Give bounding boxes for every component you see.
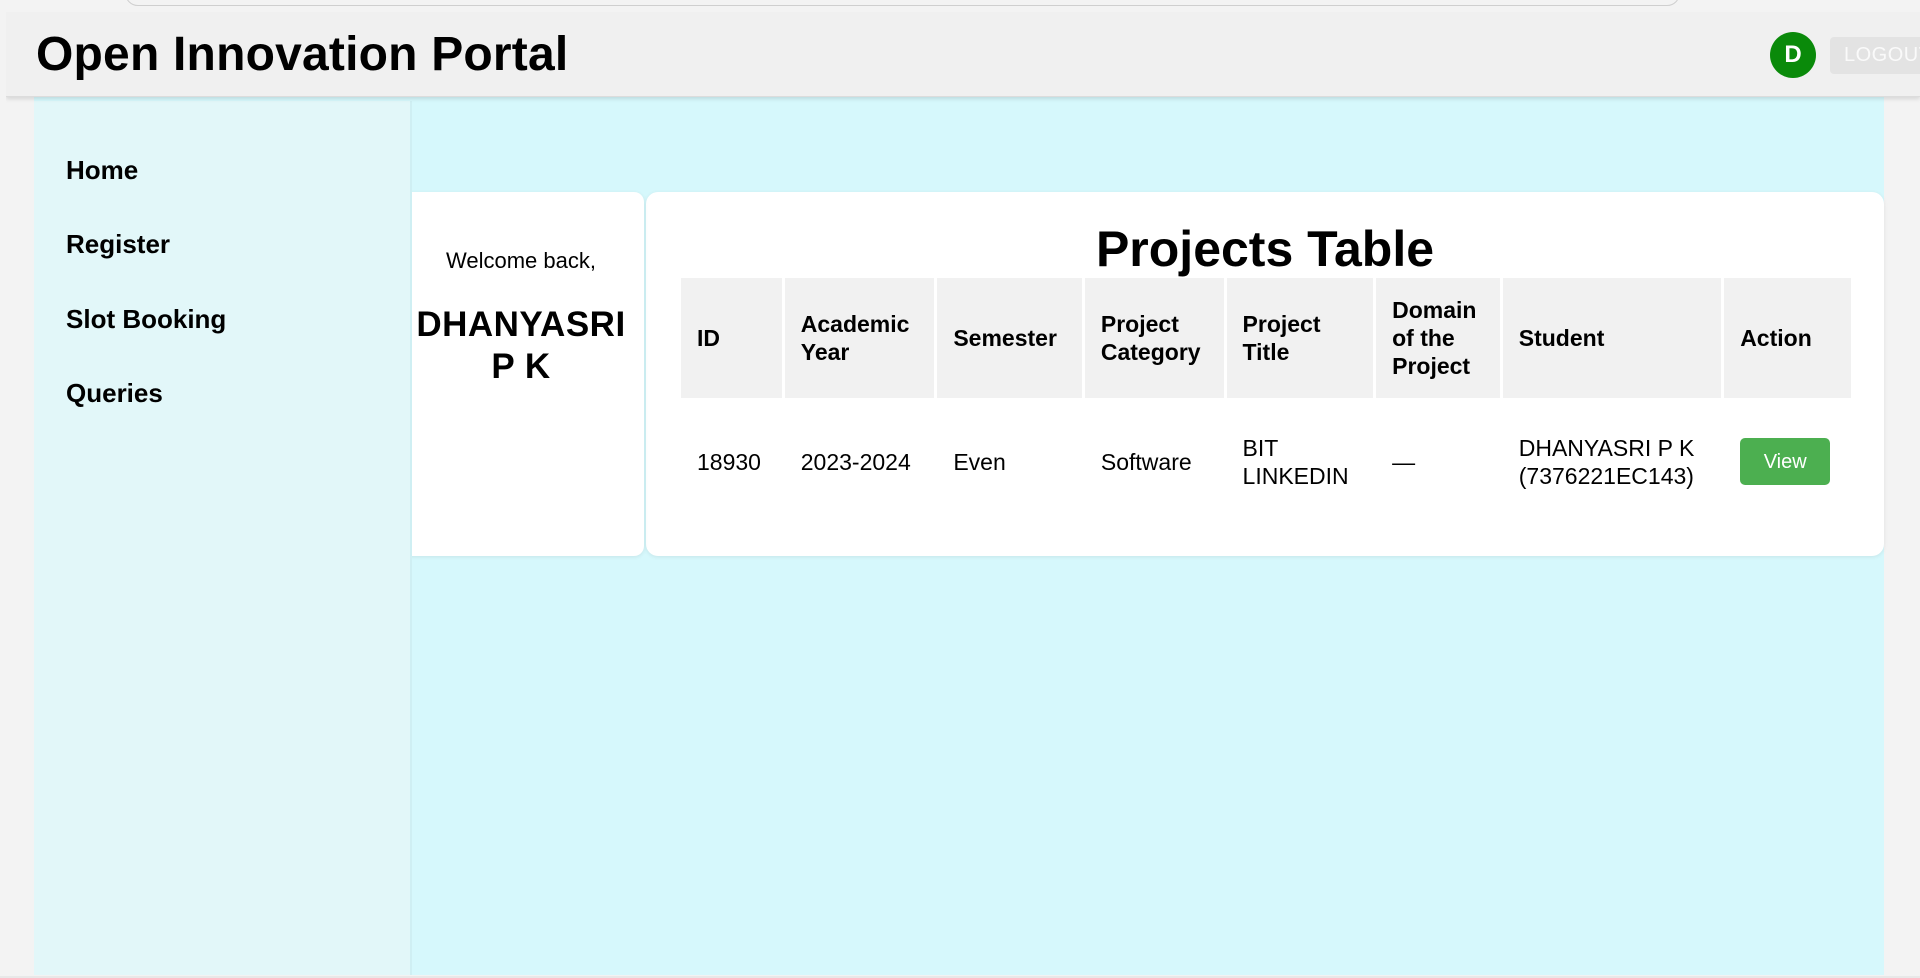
column-header-action: Action [1724, 278, 1851, 398]
cell-semester: Even [953, 448, 1006, 475]
cell-id: 18930 [697, 448, 761, 475]
table-header-row: ID Academic Year Semester Project Catego… [681, 278, 1851, 398]
table-row: 18930 2023-2024 Even Software BIT LINKED… [681, 398, 1851, 525]
logout-button[interactable]: LOGOUT [1830, 37, 1920, 74]
cell-project-title: BIT LINKEDIN [1242, 434, 1349, 489]
column-header-domain: Domain of the Project [1376, 278, 1500, 398]
cell-category: Software [1100, 448, 1192, 475]
projects-table: ID Academic Year Semester Project Catego… [678, 278, 1854, 525]
app-window: Open Innovation Portal D LOGOUT Home Reg… [6, 12, 1920, 976]
column-header-semester: Semester [937, 278, 1082, 398]
welcome-card: Welcome back, DHANYASRI P K [402, 192, 644, 556]
column-header-project-category: Project Category [1084, 278, 1224, 398]
column-header-id: ID [681, 278, 782, 398]
projects-table-title: Projects Table [1095, 221, 1435, 277]
cell-student: DHANYASRI P K (7376221EC143) [1518, 434, 1695, 489]
column-header-project-title: Project Title [1226, 278, 1374, 398]
sidebar-item-queries[interactable]: Queries [66, 378, 163, 409]
sidebar-item-register[interactable]: Register [66, 229, 170, 260]
browser-top-strip [0, 0, 1920, 12]
cell-domain: — [1392, 448, 1416, 475]
column-header-academic-year: Academic Year [784, 278, 935, 398]
column-header-student: Student [1502, 278, 1722, 398]
user-avatar[interactable]: D [1770, 32, 1816, 78]
welcome-user-name: DHANYASRI P K [416, 305, 626, 386]
cell-action: View [1724, 398, 1851, 525]
portal-title: Open Innovation Portal [36, 28, 569, 81]
sidebar-item-slot-booking[interactable]: Slot Booking [66, 304, 226, 335]
cell-academic-year: 2023-2024 [800, 448, 911, 475]
sidebar-item-home[interactable]: Home [66, 155, 138, 186]
address-bar[interactable] [125, 0, 1680, 6]
view-button[interactable]: View [1740, 438, 1831, 485]
sidebar: Home Register Slot Booking Queries [34, 101, 412, 975]
top-header: Open Innovation Portal D LOGOUT [6, 12, 1920, 97]
welcome-greeting: Welcome back, [446, 248, 596, 273]
projects-table-card: Projects Table ID Academic Year Semester… [646, 192, 1884, 556]
